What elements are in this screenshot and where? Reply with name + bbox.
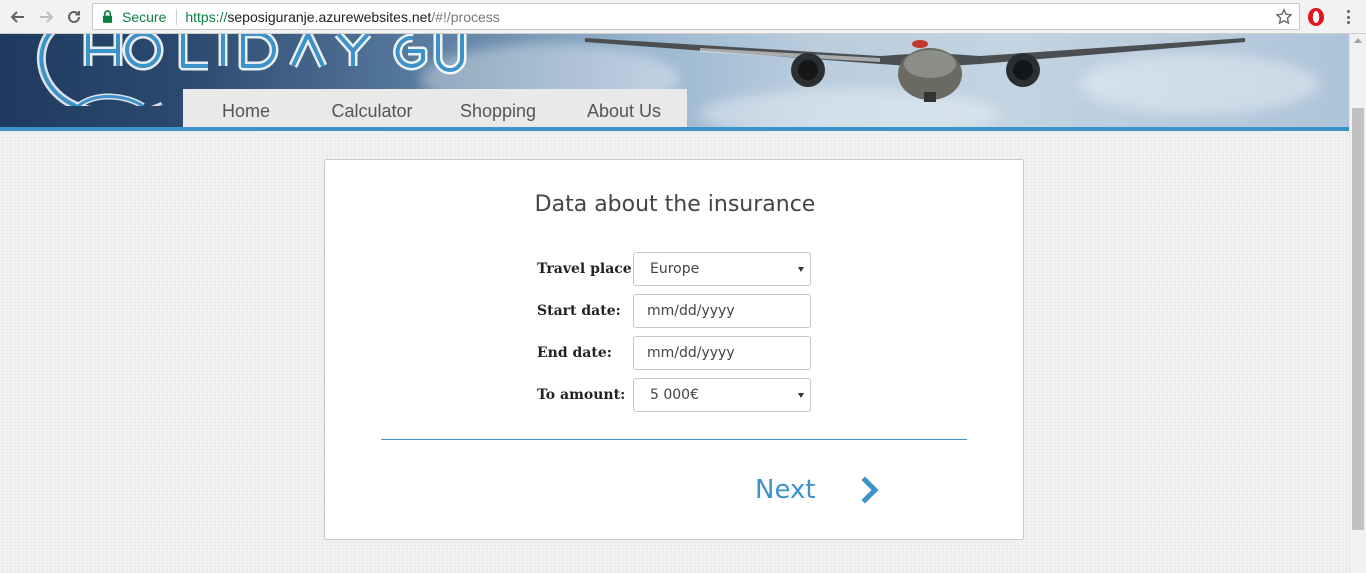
nav-shopping[interactable]: Shopping [435, 101, 561, 127]
start-date-input[interactable]: mm/dd/yyyy [633, 294, 811, 328]
opera-extension-icon[interactable] [1306, 7, 1326, 27]
forward-button[interactable] [35, 6, 57, 28]
browser-toolbar: Secure https://seposiguranje.azurewebsit… [0, 0, 1366, 34]
amount-value: 5 000€ [650, 387, 699, 403]
main-navigation: Home Calculator Shopping About Us [183, 89, 687, 127]
form-title: Data about the insurance [534, 192, 816, 217]
start-date-placeholder: mm/dd/yyyy [647, 303, 735, 319]
amount-label: To amount: [537, 387, 626, 403]
next-button[interactable]: Next [755, 472, 882, 508]
amount-select[interactable]: 5 000€ [633, 378, 811, 412]
site-header: Home Calculator Shopping About Us [0, 34, 1349, 131]
header-accent-bar [0, 127, 1349, 131]
bookmark-star-icon[interactable] [1275, 8, 1293, 26]
reload-button[interactable] [63, 6, 85, 28]
travel-place-value: Europe [650, 261, 700, 277]
nav-about-us[interactable]: About Us [561, 101, 687, 127]
url-scheme: https:// [185, 8, 228, 25]
start-date-label: Start date: [537, 303, 621, 319]
page-viewport: Home Calculator Shopping About Us Data a… [0, 34, 1349, 573]
end-date-row: End date: mm/dd/yyyy [537, 336, 827, 370]
chevron-right-icon [861, 476, 879, 504]
omnibox-divider [176, 8, 178, 25]
dropdown-arrow-icon [798, 393, 804, 398]
url-text: https://seposiguranje.azurewebsites.net/… [185, 9, 499, 25]
travel-place-row: Travel place: Europe [537, 252, 827, 286]
address-bar[interactable]: Secure https://seposiguranje.azurewebsit… [92, 3, 1300, 30]
next-label: Next [755, 475, 816, 505]
insurance-form-card: Data about the insurance Travel place: E… [324, 159, 1024, 540]
nav-home[interactable]: Home [183, 101, 309, 127]
travel-place-label: Travel place: [537, 261, 637, 277]
nav-calculator[interactable]: Calculator [309, 101, 435, 127]
scroll-up-arrow-icon[interactable] [1354, 38, 1362, 43]
end-date-placeholder: mm/dd/yyyy [647, 345, 735, 361]
end-date-label: End date: [537, 345, 612, 361]
amount-row: To amount: 5 000€ [537, 378, 827, 412]
form-divider [381, 439, 967, 440]
url-host: seposiguranje.azurewebsites.net [227, 8, 432, 25]
page-scrollbar[interactable] [1349, 34, 1366, 573]
end-date-input[interactable]: mm/dd/yyyy [633, 336, 811, 370]
url-path: /#!/process [431, 8, 500, 25]
arrow-left-icon [10, 11, 24, 23]
start-date-row: Start date: mm/dd/yyyy [537, 294, 827, 328]
dropdown-arrow-icon [798, 267, 804, 272]
travel-place-select[interactable]: Europe [633, 252, 811, 286]
reload-icon [68, 10, 80, 23]
lock-icon [102, 10, 116, 24]
menu-kebab-icon[interactable] [1340, 8, 1356, 26]
secure-label: Secure [122, 8, 167, 25]
back-button[interactable] [7, 6, 29, 28]
scroll-thumb[interactable] [1352, 108, 1364, 530]
arrow-right-icon [40, 11, 54, 23]
